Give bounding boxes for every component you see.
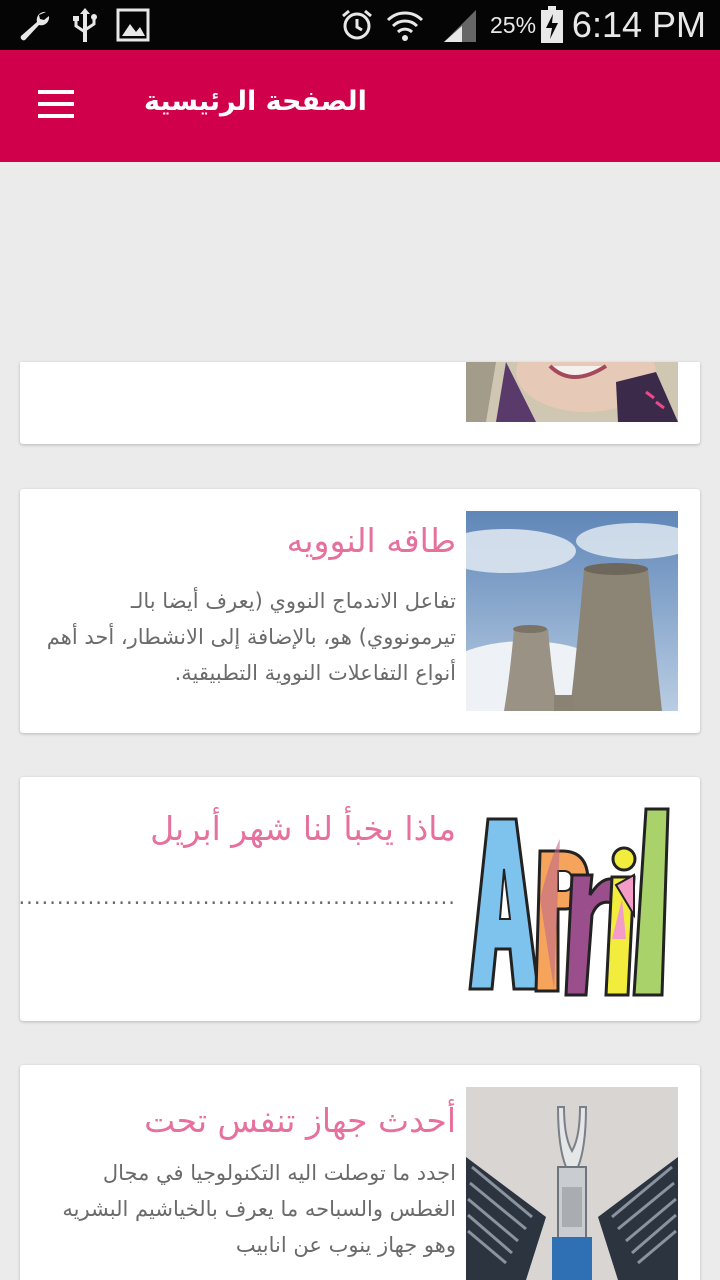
article-image[interactable]: [466, 362, 678, 422]
article-card[interactable]: ماذا يخبأ لنا شهر أبريل ................…: [20, 777, 700, 1021]
alarm-icon: [342, 9, 372, 40]
hamburger-menu-icon[interactable]: [28, 84, 84, 128]
wrench-icon: [20, 11, 50, 41]
article-title[interactable]: أحدث جهاز تنفس تحت: [144, 1101, 456, 1140]
article-card[interactable]: أحدث جهاز تنفس تحت اجدد ما توصلت اليه ال…: [20, 1065, 700, 1280]
app-bar: الصفحة الرئيسية: [0, 50, 720, 162]
battery-percent: 25%: [490, 12, 537, 38]
article-description: تفاعل الاندماج النووي (يعرف أيضا بالـ تي…: [46, 589, 456, 685]
status-bar: 25% 6:14 PM: [0, 0, 720, 50]
usb-icon: [73, 8, 97, 42]
image-icon: [116, 8, 150, 42]
wifi-icon: [386, 11, 424, 41]
article-title[interactable]: ماذا يخبأ لنا شهر أبريل: [150, 809, 456, 848]
signal-icon: [444, 10, 476, 42]
article-card[interactable]: [20, 362, 700, 444]
article-description: اجدد ما توصلت اليه التكنولوجيا في مجال ا…: [62, 1161, 456, 1257]
clock: 6:14 PM: [571, 4, 706, 45]
article-title[interactable]: طاقه النوويه: [287, 521, 456, 560]
article-image[interactable]: [466, 1087, 678, 1280]
article-image[interactable]: [466, 799, 678, 999]
article-card[interactable]: طاقه النوويه تفاعل الاندماج النووي (يعرف…: [20, 489, 700, 733]
article-image[interactable]: [466, 511, 678, 711]
page-title: الصفحة الرئيسية: [144, 86, 367, 117]
article-description: ........................................…: [20, 885, 456, 909]
battery-charging-icon: [541, 6, 563, 43]
